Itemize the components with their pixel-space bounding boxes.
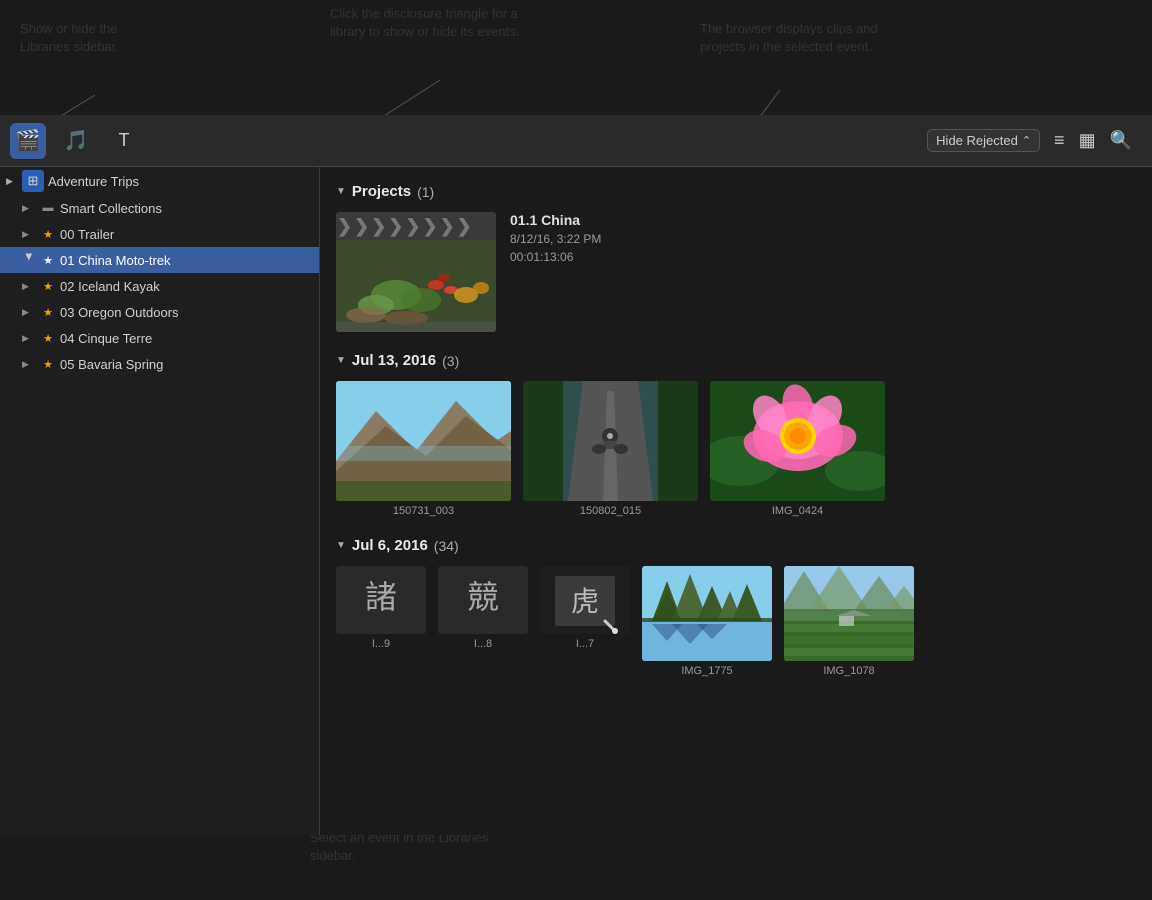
jul6-section-header: ▼ Jul 6, 2016 (34) [336, 537, 1136, 554]
jul13-section-header: ▼ Jul 13, 2016 (3) [336, 352, 1136, 369]
clip-item-road[interactable]: 150802_015 [523, 381, 698, 517]
clip-thumb-text1: 諸 [336, 566, 426, 634]
sidebar: ▶ ⊞ Adventure Trips ▶ ▬ Smart Collection… [0, 167, 320, 835]
project-item[interactable]: ❯ ❯ ❯ ❯ ❯ ❯ ❯ ❯ [336, 212, 601, 332]
sidebar-item-03-oregon[interactable]: ▶ ★ 03 Oregon Outdoors [0, 299, 319, 325]
disclosure-arrow-trailer[interactable]: ▶ [22, 229, 36, 240]
project-thumbnail: ❯ ❯ ❯ ❯ ❯ ❯ ❯ ❯ [336, 212, 496, 332]
clip-thumb-valley [784, 566, 914, 661]
hide-rejected-button[interactable]: Hide Rejected ⌃ [927, 129, 1040, 152]
music-icon[interactable]: 🎵 [58, 123, 94, 159]
library-name: Adventure Trips [48, 174, 139, 189]
project-thumb-image [336, 240, 496, 332]
list-view-icon[interactable]: ≡ [1054, 130, 1065, 151]
svg-text:虎: 虎 [571, 586, 599, 618]
folder-icon: ▬ [40, 200, 56, 216]
callout-left: Show or hide the Libraries sidebar. [20, 20, 160, 56]
clip-thumb-flower [710, 381, 885, 501]
svg-text:諸: 諸 [365, 579, 397, 615]
app-container: 🎬 🎵 T Hide Rejected ⌃ ≡ ▦ 🔍 ▶ [0, 115, 1152, 835]
star-icon-trailer: ★ [40, 226, 56, 242]
sidebar-item-01-china[interactable]: ▶ ★ 01 China Moto-trek [0, 247, 319, 273]
library-row[interactable]: ▶ ⊞ Adventure Trips [0, 167, 319, 195]
star-icon-china: ★ [40, 252, 56, 268]
date-section-jul13: ▼ Jul 13, 2016 (3) [336, 352, 1136, 517]
star-icon-cinque: ★ [40, 330, 56, 346]
disclosure-arrow-oregon[interactable]: ▶ [22, 307, 36, 318]
projects-disclosure-arrow[interactable]: ▼ [336, 186, 346, 197]
callout-center: Click the disclosure triangle for a libr… [330, 5, 530, 41]
disclosure-arrow-china[interactable]: ▶ [24, 253, 35, 267]
projects-grid: ❯ ❯ ❯ ❯ ❯ ❯ ❯ ❯ [336, 212, 1136, 332]
clip-thumb-mountain [336, 381, 511, 501]
star-icon-oregon: ★ [40, 304, 56, 320]
clip-item-text1[interactable]: 諸 I...9 [336, 566, 426, 677]
clip-thumb-road [523, 381, 698, 501]
jul13-disclosure-arrow[interactable]: ▼ [336, 355, 346, 366]
library-icon: ⊞ [22, 170, 44, 192]
clip-thumb-karst [642, 566, 772, 661]
sidebar-item-04-cinque[interactable]: ▶ ★ 04 Cinque Terre [0, 325, 319, 351]
sidebar-item-02-iceland[interactable]: ▶ ★ 02 Iceland Kayak [0, 273, 319, 299]
sidebar-item-00-trailer[interactable]: ▶ ★ 00 Trailer [0, 221, 319, 247]
date-section-jul6: ▼ Jul 6, 2016 (34) 諸 I [336, 537, 1136, 677]
clip-item-valley[interactable]: IMG_1078 [784, 566, 914, 677]
clip-item-text3[interactable]: 虎 I...7 [540, 566, 630, 677]
callout-right: The browser displays clips and projects … [700, 20, 900, 56]
toolbar: 🎬 🎵 T Hide Rejected ⌃ ≡ ▦ 🔍 [0, 115, 1152, 167]
jul6-clips-grid: 諸 I...9 競 I...8 [336, 566, 1136, 677]
disclosure-arrow-bavaria[interactable]: ▶ [22, 359, 36, 370]
star-icon-iceland: ★ [40, 278, 56, 294]
svg-text:競: 競 [467, 579, 499, 615]
libraries-icon[interactable]: 🎬 [10, 123, 46, 159]
jul13-clips-grid: 150731_003 [336, 381, 1136, 517]
clip-thumb-text2: 競 [438, 566, 528, 634]
star-icon-bavaria: ★ [40, 356, 56, 372]
clip-thumb-text3: 虎 [540, 566, 630, 634]
jul6-disclosure-arrow[interactable]: ▼ [336, 540, 346, 551]
clip-item-flower[interactable]: IMG_0424 [710, 381, 885, 517]
disclosure-arrow-smart[interactable]: ▶ [22, 203, 36, 214]
clip-item-mountain[interactable]: 150731_003 [336, 381, 511, 517]
clip-item-karst[interactable]: IMG_1775 [642, 566, 772, 677]
clip-item-text2[interactable]: 競 I...8 [438, 566, 528, 677]
toolbar-right: Hide Rejected ⌃ ≡ ▦ 🔍 [330, 129, 1142, 152]
projects-section-header: ▼ Projects (1) [336, 183, 1136, 200]
search-icon[interactable]: 🔍 [1110, 130, 1132, 151]
filmstrip-row: ❯ ❯ ❯ ❯ ❯ ❯ ❯ ❯ [336, 212, 496, 240]
filmstrip-view-icon[interactable]: ▦ [1079, 130, 1096, 151]
sidebar-item-05-bavaria[interactable]: ▶ ★ 05 Bavaria Spring [0, 351, 319, 377]
disclosure-arrow-cinque[interactable]: ▶ [22, 333, 36, 344]
chevron-up-icon: ⌃ [1022, 134, 1031, 147]
project-info: 01.1 China 8/12/16, 3:22 PM 00:01:13:06 [510, 212, 601, 264]
toolbar-left: 🎬 🎵 T [10, 123, 330, 159]
library-disclosure-arrow[interactable]: ▶ [6, 176, 18, 187]
sidebar-item-smart-collections[interactable]: ▶ ▬ Smart Collections [0, 195, 319, 221]
disclosure-arrow-iceland[interactable]: ▶ [22, 281, 36, 292]
browser: ▼ Projects (1) ❯ ❯ ❯ ❯ ❯ ❯ [320, 167, 1152, 835]
titles-icon[interactable]: T [106, 123, 142, 159]
main-layout: ▶ ⊞ Adventure Trips ▶ ▬ Smart Collection… [0, 167, 1152, 835]
